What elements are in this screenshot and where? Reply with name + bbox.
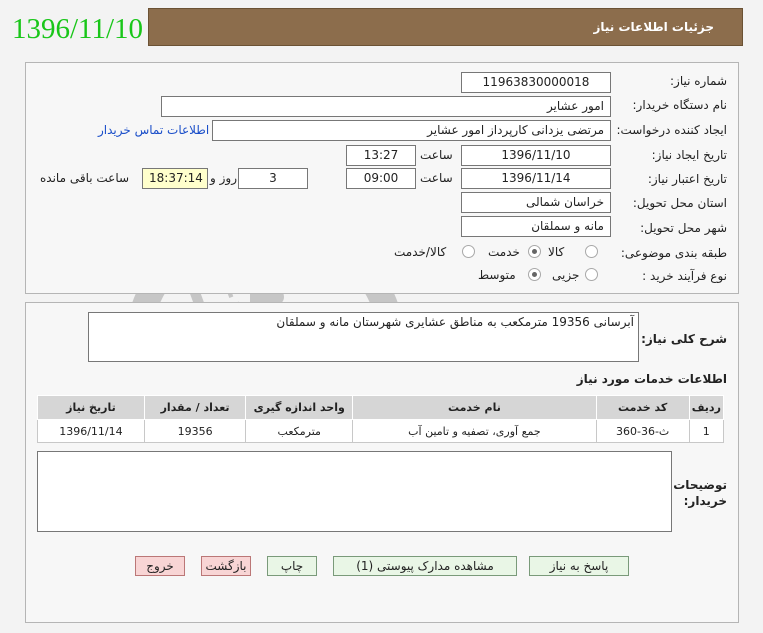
col-header-quantity: تعداد / مقدار [143, 395, 247, 420]
buyer-notes-textarea[interactable] [37, 451, 672, 532]
category-service-label: خدمت [488, 245, 520, 259]
day-and-label: روز و [210, 171, 237, 185]
category-both-radio[interactable] [462, 245, 475, 258]
time-remaining-label: ساعت باقی مانده [40, 171, 130, 185]
province-label: استان محل تحویل: [632, 196, 727, 210]
buyer-notes-label-line1: توضیحات [673, 478, 727, 492]
services-table-header-row: ردیف کد خدمت نام خدمت واحد اندازه گیری ت… [37, 395, 725, 420]
need-number-field: 11963830000018 [461, 72, 611, 93]
valid-time-label: ساعت [420, 171, 453, 185]
cell-service-name: جمع آوری، تصفیه و تامین آب [352, 419, 597, 443]
process-minor-label: جزیی [552, 268, 580, 282]
category-both-label: کالا/خدمت [394, 245, 447, 259]
time-remaining-field: 18:37:14 [142, 168, 208, 189]
col-header-unit: واحد اندازه گیری [245, 395, 354, 420]
category-label: طبقه بندی موضوعی: [620, 246, 727, 260]
requester-label: ایجاد کننده درخواست: [616, 123, 727, 137]
valid-date-label: تاریخ اعتبار نیاز: [647, 172, 727, 186]
category-goods-label: کالا [548, 245, 565, 259]
requester-field: مرتضی یزدانی کارپرداز امور عشایر [212, 120, 611, 141]
cell-need-date: 1396/11/14 [37, 419, 145, 443]
reply-to-need-button[interactable]: پاسخ به نیاز [529, 556, 629, 576]
city-label: شهر محل تحویل: [640, 221, 727, 235]
province-field: خراسان شمالی [461, 192, 611, 213]
process-medium-radio[interactable] [528, 268, 541, 281]
days-remaining-field: 3 [238, 168, 308, 189]
created-date-field: 1396/11/10 [461, 145, 611, 166]
page-title: جزئیات اطلاعات نیاز [593, 20, 714, 34]
created-date-label: تاریخ ایجاد نیاز: [651, 148, 727, 162]
need-number-label: شماره نیاز: [670, 74, 727, 88]
description-textarea[interactable]: آبرسانی 19356 مترمکعب به مناطق عشایری شه… [88, 312, 639, 362]
header-bar: جزئیات اطلاعات نیاز [148, 8, 743, 46]
process-minor-radio[interactable] [585, 268, 598, 281]
valid-time-field: 09:00 [346, 168, 416, 189]
back-button[interactable]: بازگشت [201, 556, 251, 576]
buyer-contact-link[interactable]: اطلاعات تماس خریدار [98, 123, 209, 137]
created-time-field: 13:27 [346, 145, 416, 166]
created-time-label: ساعت [420, 148, 453, 162]
col-header-need-date: تاریخ نیاز [37, 395, 145, 420]
date-stamp: 1396/11/10 [12, 13, 144, 45]
category-goods-radio[interactable] [585, 245, 598, 258]
col-header-row-number: ردیف [688, 395, 725, 420]
services-table-wrapper: ردیف کد خدمت نام خدمت واحد اندازه گیری ت… [37, 395, 725, 443]
buyer-org-field: امور عشایر [161, 96, 611, 117]
valid-date-field: 1396/11/14 [461, 168, 611, 189]
exit-button[interactable]: خروج [135, 556, 185, 576]
cell-unit: مترمکعب [245, 419, 354, 443]
table-row: 1 ث-36-360 جمع آوری، تصفیه و تامین آب مت… [37, 419, 725, 443]
view-attachments-button[interactable]: مشاهده مدارک پیوستی (1) [333, 556, 517, 576]
city-field: مانه و سملقان [461, 216, 611, 237]
buyer-org-label: نام دستگاه خریدار: [632, 98, 728, 112]
print-button[interactable]: چاپ [267, 556, 317, 576]
process-type-label: نوع فرآیند خرید : [642, 269, 727, 283]
process-medium-label: متوسط [478, 268, 516, 282]
description-label: شرح کلی نیاز: [641, 332, 727, 346]
category-service-radio[interactable] [528, 245, 541, 258]
cell-row-number: 1 [688, 419, 725, 443]
buyer-notes-label-line2: خریدار: [683, 494, 727, 508]
col-header-service-code: کد خدمت [595, 395, 690, 420]
services-table: ردیف کد خدمت نام خدمت واحد اندازه گیری ت… [37, 395, 725, 443]
col-header-service-name: نام خدمت [352, 395, 597, 420]
cell-service-code: ث-36-360 [595, 419, 690, 443]
cell-quantity: 19356 [143, 419, 247, 443]
services-section-title: اطلاعات خدمات مورد نیاز [576, 372, 727, 386]
